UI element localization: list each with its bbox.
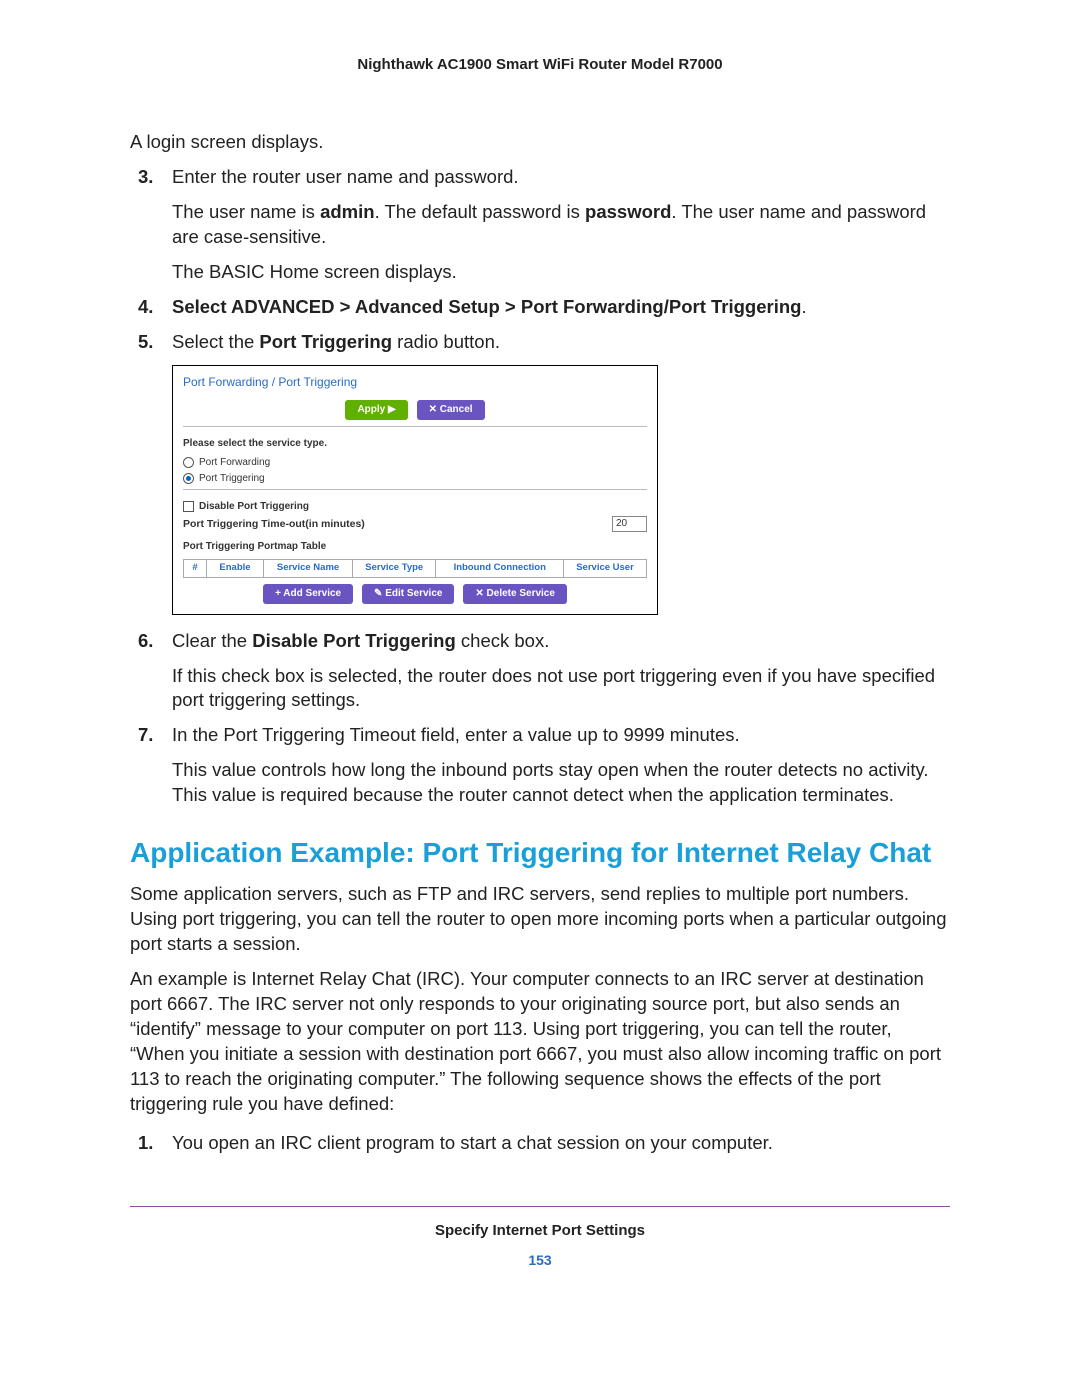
step-3: 3. Enter the router user name and passwo… bbox=[130, 165, 950, 285]
step-7-num: 7. bbox=[138, 723, 153, 748]
step-7-text: In the Port Triggering Timeout field, en… bbox=[172, 724, 740, 745]
radio-port-triggering[interactable]: Port Triggering bbox=[183, 472, 647, 486]
step-3-mid: . The default password is bbox=[375, 201, 585, 222]
col-service-name: Service Name bbox=[264, 560, 353, 578]
admin-bold: admin bbox=[320, 201, 374, 222]
panel-title: Port Forwarding / Port Triggering bbox=[183, 374, 647, 390]
step-6-post: check box. bbox=[456, 630, 550, 651]
footer-title: Specify Internet Port Settings bbox=[130, 1221, 950, 1241]
step-4-post: . bbox=[801, 296, 806, 317]
step-3-text: Enter the router user name and password. bbox=[172, 166, 519, 187]
basic-home: The BASIC Home screen displays. bbox=[172, 260, 950, 285]
radio1-label: Port Forwarding bbox=[199, 456, 270, 470]
col-service-type: Service Type bbox=[353, 560, 436, 578]
divider bbox=[183, 426, 647, 427]
login-displays: A login screen displays. bbox=[130, 130, 950, 155]
step-4: 4. Select ADVANCED > Advanced Setup > Po… bbox=[130, 295, 950, 320]
password-bold: password bbox=[585, 201, 671, 222]
section-p2: An example is Internet Relay Chat (IRC).… bbox=[130, 967, 950, 1117]
section-p1: Some application servers, such as FTP an… bbox=[130, 882, 950, 957]
radio-icon-checked bbox=[183, 473, 194, 484]
step-4-path: ADVANCED > Advanced Setup > Port Forward… bbox=[231, 296, 801, 317]
timeout-label: Port Triggering Time-out(in minutes) bbox=[183, 517, 365, 531]
step-4-num: 4. bbox=[138, 295, 153, 320]
radio-port-forwarding[interactable]: Port Forwarding bbox=[183, 456, 647, 470]
radio-icon bbox=[183, 457, 194, 468]
footer-divider bbox=[130, 1206, 950, 1207]
col-enable: Enable bbox=[207, 560, 264, 578]
portmap-label: Port Triggering Portmap Table bbox=[183, 540, 647, 554]
disable-label: Disable Port Triggering bbox=[199, 500, 309, 514]
disable-port-triggering[interactable]: Disable Port Triggering bbox=[183, 500, 647, 514]
radio2-label: Port Triggering bbox=[199, 472, 265, 486]
cancel-button[interactable]: ✕ Cancel bbox=[417, 400, 485, 420]
select-service-label: Please select the service type. bbox=[183, 437, 647, 451]
irc-step-1-num: 1. bbox=[138, 1131, 153, 1156]
section-heading: Application Example: Port Triggering for… bbox=[130, 836, 950, 870]
col-service-user: Service User bbox=[564, 560, 647, 578]
step-5-pre: Select the bbox=[172, 331, 259, 352]
step-6-num: 6. bbox=[138, 629, 153, 654]
router-screenshot: Port Forwarding / Port Triggering Apply … bbox=[172, 365, 658, 615]
col-inbound: Inbound Connection bbox=[436, 560, 564, 578]
footer-page-number: 153 bbox=[130, 1251, 950, 1270]
irc-step-1: 1. You open an IRC client program to sta… bbox=[130, 1131, 950, 1156]
portmap-table: # Enable Service Name Service Type Inbou… bbox=[183, 559, 647, 578]
edit-service-button[interactable]: ✎ Edit Service bbox=[362, 584, 454, 604]
step-7-detail: This value controls how long the inbound… bbox=[172, 758, 950, 808]
checkbox-icon bbox=[183, 501, 194, 512]
apply-button[interactable]: Apply ▶ bbox=[345, 400, 407, 420]
step-4-pre: Select bbox=[172, 296, 231, 317]
step-5-post: radio button. bbox=[392, 331, 500, 352]
step-3-detail: The user name is admin. The default pass… bbox=[172, 200, 950, 250]
step-7: 7. In the Port Triggering Timeout field,… bbox=[130, 723, 950, 808]
irc-step-1-text: You open an IRC client program to start … bbox=[172, 1132, 773, 1153]
timeout-input[interactable]: 20 bbox=[612, 516, 647, 532]
delete-service-button[interactable]: ✕ Delete Service bbox=[463, 584, 567, 604]
step-6-detail: If this check box is selected, the route… bbox=[172, 664, 950, 714]
step-6: 6. Clear the Disable Port Triggering che… bbox=[130, 629, 950, 714]
divider bbox=[183, 489, 647, 490]
step-5-bold: Port Triggering bbox=[259, 331, 392, 352]
col-hash: # bbox=[184, 560, 207, 578]
step-3-num: 3. bbox=[138, 165, 153, 190]
step-6-pre: Clear the bbox=[172, 630, 252, 651]
step-5: 5. Select the Port Triggering radio butt… bbox=[130, 330, 950, 355]
doc-header: Nighthawk AC1900 Smart WiFi Router Model… bbox=[130, 55, 950, 75]
add-service-button[interactable]: + Add Service bbox=[263, 584, 353, 604]
step-6-bold: Disable Port Triggering bbox=[252, 630, 456, 651]
step-5-num: 5. bbox=[138, 330, 153, 355]
step-3-pre: The user name is bbox=[172, 201, 320, 222]
